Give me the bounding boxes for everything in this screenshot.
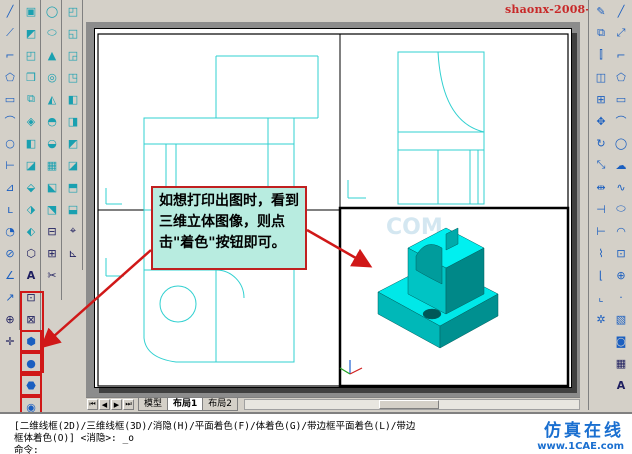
erase-icon[interactable]: ✎ (592, 2, 610, 20)
layout-tab-bar: ⏮ ◀ ▶ ⏭ 模型 布局1 布局2 (86, 397, 580, 411)
command-prompt[interactable]: 命令: (14, 442, 39, 454)
mtext-icon[interactable]: A (612, 376, 630, 394)
tab-layout2[interactable]: 布局2 (202, 398, 239, 411)
chamfer-icon[interactable]: ⌊ (592, 266, 610, 284)
first-tab-icon[interactable]: ⏮ (87, 399, 98, 410)
xline-icon[interactable]: ⤢ (612, 24, 630, 42)
draw-line-icon[interactable]: ╱ (612, 2, 630, 20)
break-icon[interactable]: ⌇ (592, 244, 610, 262)
autocad-window: ╱ ⟋ ⌐ ⬠ ▭ ⌒ ○ ⊢ ⊿ ʟ ◔ ⊘ ∠ ↗ ⊕ ✛ ▣ ◩ ◰ ❒ … (0, 0, 632, 454)
ellipse-arc-icon[interactable]: ◠ (612, 222, 630, 240)
make-block-icon[interactable]: ⊕ (612, 266, 630, 284)
tab-model[interactable]: 模型 (138, 398, 169, 411)
insert-block-icon[interactable]: ⊡ (612, 244, 630, 262)
polygon-draw-icon[interactable]: ⬠ (612, 68, 630, 86)
site-logo-watermark: 仿真在线 www.1CAE.com (494, 416, 624, 454)
point-icon[interactable]: · (612, 288, 630, 306)
revcloud-icon[interactable]: ☁ (612, 156, 630, 174)
fillet-icon[interactable]: ⌞ (592, 288, 610, 306)
shade-buttons-highlight (20, 291, 44, 373)
logo-url: www.1CAE.com (537, 441, 624, 452)
horizontal-scrollbar[interactable] (244, 399, 580, 410)
spline-icon[interactable]: ∿ (612, 178, 630, 196)
scrollbar-thumb[interactable] (378, 400, 439, 409)
ellipse-icon[interactable]: ⬭ (612, 200, 630, 218)
pline-icon[interactable]: ⌐ (612, 46, 630, 64)
logo-chinese: 仿真在线 (544, 421, 624, 441)
circle-draw-icon[interactable]: ◯ (612, 134, 630, 152)
trim-icon[interactable]: ⊣ (592, 200, 610, 218)
copy-icon[interactable]: ⧉ (592, 24, 610, 42)
rotate-icon[interactable]: ↻ (592, 134, 610, 152)
toolbar-right: ✎ ⧉ ⫿ ◫ ⊞ ✥ ↻ ⤡ ⇹ ⊣ ⊢ ⌇ ⌊ ⌞ ✲ ╱ ⤢ ⌐ ⬠ ▭ … (588, 0, 632, 410)
offset-icon[interactable]: ◫ (592, 68, 610, 86)
next-tab-icon[interactable]: ▶ (111, 399, 122, 410)
table-icon[interactable]: ▦ (612, 354, 630, 372)
tab-layout1[interactable]: 布局1 (167, 398, 204, 411)
prev-tab-icon[interactable]: ◀ (99, 399, 110, 410)
move-icon[interactable]: ✥ (592, 112, 610, 130)
array-icon[interactable]: ⊞ (592, 90, 610, 108)
region-icon[interactable]: ◙ (612, 332, 630, 350)
arc-draw-icon[interactable]: ⌒ (612, 112, 630, 130)
hatch-icon[interactable]: ▧ (612, 310, 630, 328)
scale-icon[interactable]: ⤡ (592, 156, 610, 174)
instruction-callout: 如想打印出图时，看到三维立体图像，则点击"着色"按钮即可。 (151, 186, 307, 270)
extend-icon[interactable]: ⊢ (592, 222, 610, 240)
rect-draw-icon[interactable]: ▭ (612, 90, 630, 108)
annotation-arrows (20, 228, 373, 373)
last-tab-icon[interactable]: ⏭ (123, 399, 134, 410)
explode-icon[interactable]: ✲ (592, 310, 610, 328)
mirror-icon[interactable]: ⫿ (592, 46, 610, 64)
stretch-icon[interactable]: ⇹ (592, 178, 610, 196)
